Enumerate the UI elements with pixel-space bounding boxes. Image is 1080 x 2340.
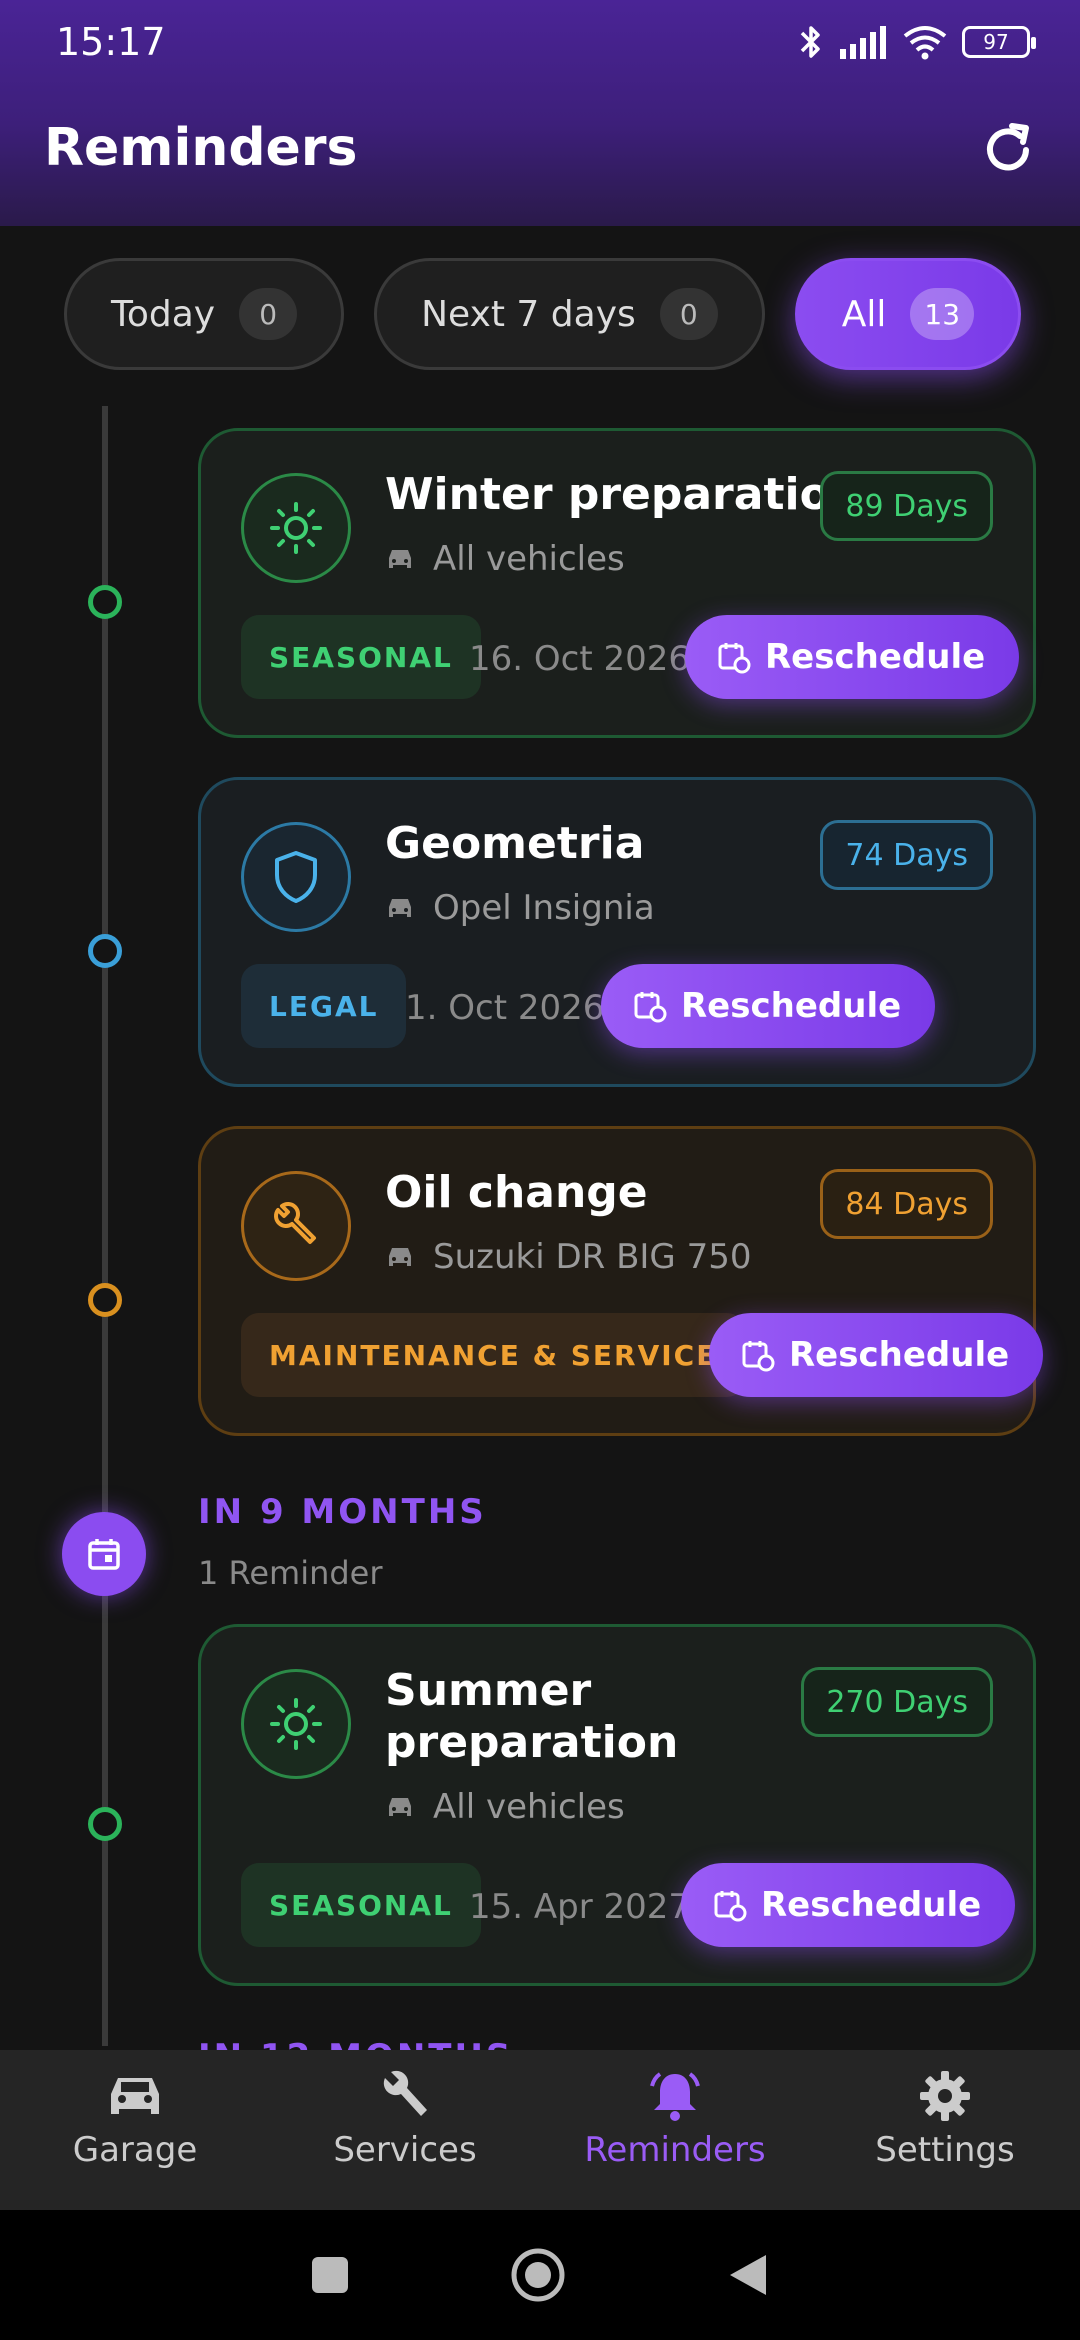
nav-settings[interactable]: Settings: [810, 2050, 1080, 2210]
app-header: 15:17 97 Reminders: [0, 0, 1080, 226]
car-icon: [389, 550, 411, 568]
reminder-vehicle-label: Suzuki DR BIG 750: [433, 1237, 752, 1277]
calendar-reschedule-icon: [742, 1341, 775, 1372]
reminder-card[interactable]: Oil change Suzuki DR BIG 750 84 Days MAI…: [198, 1126, 1044, 1436]
nav-garage-label: Garage: [72, 2130, 198, 2170]
reminder-card[interactable]: Winter preparation All vehicles 89 Days …: [198, 428, 1036, 738]
filter-all-count: 13: [910, 288, 975, 340]
days-badge: 74 Days: [820, 820, 993, 890]
signal-icon: [840, 26, 886, 59]
section-header: IN 9 MONTHS 1 Reminder: [198, 1492, 487, 1592]
reminder-vehicle: Opel Insignia: [385, 888, 655, 928]
calendar-reschedule-icon: [634, 992, 667, 1023]
nav-services[interactable]: Services: [270, 2050, 540, 2210]
refresh-icon[interactable]: [976, 118, 1040, 182]
shield-icon: [275, 851, 317, 903]
reminder-vehicle: All vehicles: [385, 539, 625, 579]
reminder-title: Winter preparation: [385, 469, 862, 520]
filter-today-label: Today: [111, 293, 216, 335]
category-tag: SEASONAL: [241, 615, 481, 699]
status-icons: 97: [798, 22, 1036, 62]
timeline-dot: [88, 934, 122, 968]
reminder-category-icon: [241, 822, 351, 932]
reschedule-button[interactable]: Reschedule: [709, 1313, 1044, 1397]
system-navigation: [0, 2210, 1080, 2340]
nav-garage[interactable]: Garage: [0, 2050, 270, 2210]
filter-next-7-days-count: 0: [659, 288, 718, 340]
home-button[interactable]: [510, 2247, 566, 2303]
wrench-icon: [274, 1202, 316, 1244]
status-time: 15:17: [56, 20, 166, 64]
reschedule-button[interactable]: Reschedule: [685, 615, 1020, 699]
nav-services-label: Services: [333, 2130, 477, 2170]
filter-chips: Today 0 Next 7 days 0 All 13: [64, 258, 1022, 370]
sun-icon: [270, 1698, 322, 1750]
reschedule-label: Reschedule: [681, 986, 902, 1026]
reschedule-label: Reschedule: [789, 1335, 1010, 1375]
timeline-line: [102, 406, 108, 2046]
reminder-title: Geometria: [385, 818, 645, 869]
section-subtitle: 1 Reminder: [198, 1554, 383, 1592]
gear-icon: [920, 2071, 970, 2121]
timeline-dot: [88, 1807, 122, 1841]
reminder-card[interactable]: Geometria Opel Insignia 74 Days LEGAL 1.…: [198, 777, 1036, 1087]
reminder-vehicle-label: All vehicles: [433, 539, 625, 579]
car-icon: [389, 899, 411, 917]
days-badge: 270 Days: [801, 1667, 993, 1737]
reschedule-button[interactable]: Reschedule: [681, 1863, 1016, 1947]
reminder-category-icon: [241, 1669, 351, 1779]
category-tag: LEGAL: [241, 964, 407, 1048]
bluetooth-icon: [800, 26, 820, 58]
nav-settings-label: Settings: [875, 2130, 1015, 2170]
section-title: IN 9 MONTHS: [198, 1492, 487, 1532]
filter-today-count: 0: [239, 288, 298, 340]
category-tag: SEASONAL: [241, 1863, 481, 1947]
category-tag: MAINTENANCE & SERVICE: [241, 1313, 746, 1397]
filter-next-7-days[interactable]: Next 7 days 0: [374, 258, 765, 370]
reminder-category-icon: [241, 473, 351, 583]
nav-reminders[interactable]: Reminders: [540, 2050, 810, 2210]
reschedule-button[interactable]: Reschedule: [601, 964, 936, 1048]
timeline-dot: [88, 1283, 122, 1317]
filter-all-label: All: [841, 293, 887, 335]
page-title: Reminders: [44, 118, 358, 178]
reminder-title: Summer preparation: [385, 1665, 679, 1768]
recent-apps-button[interactable]: [310, 2255, 350, 2295]
back-button[interactable]: [726, 2251, 770, 2299]
car-icon: [111, 2078, 159, 2114]
sun-icon: [270, 502, 322, 554]
reminder-date: 1. Oct 2026: [405, 988, 605, 1028]
filter-today[interactable]: Today 0: [64, 258, 345, 370]
wifi-icon: [903, 26, 947, 60]
reminder-vehicle-label: All vehicles: [433, 1787, 625, 1827]
calendar-reschedule-icon: [718, 643, 751, 674]
section-calendar-bubble: [62, 1512, 146, 1596]
bottom-navigation: Garage Services Reminders Settings: [0, 2050, 1080, 2210]
wrench-icon: [383, 2070, 427, 2116]
reminder-category-icon: [241, 1171, 351, 1281]
reminder-vehicle: All vehicles: [385, 1787, 625, 1827]
nav-reminders-label: Reminders: [584, 2130, 766, 2170]
calendar-reschedule-icon: [714, 1891, 747, 1922]
reminder-vehicle-label: Opel Insignia: [433, 888, 655, 928]
reminder-title: Oil change: [385, 1167, 648, 1218]
reminder-vehicle: Suzuki DR BIG 750: [385, 1237, 751, 1277]
days-badge: 84 Days: [820, 1169, 993, 1239]
bell-icon: [650, 2072, 700, 2121]
battery-indicator: 97: [962, 26, 1036, 58]
calendar-icon: [88, 1539, 120, 1570]
days-badge: 89 Days: [820, 471, 993, 541]
reschedule-label: Reschedule: [761, 1885, 982, 1925]
reschedule-label: Reschedule: [765, 637, 986, 677]
reminder-card[interactable]: Summer preparation All vehicles 270 Days…: [198, 1624, 1036, 1986]
filter-all[interactable]: All 13: [794, 258, 1022, 370]
timeline-dot: [88, 585, 122, 619]
car-icon: [389, 1248, 411, 1266]
filter-next-7-days-label: Next 7 days: [421, 293, 636, 335]
reminder-date: 16. Oct 2026: [469, 639, 690, 679]
reminder-date: 15. Apr 2027: [469, 1887, 691, 1927]
car-icon: [389, 1798, 411, 1816]
